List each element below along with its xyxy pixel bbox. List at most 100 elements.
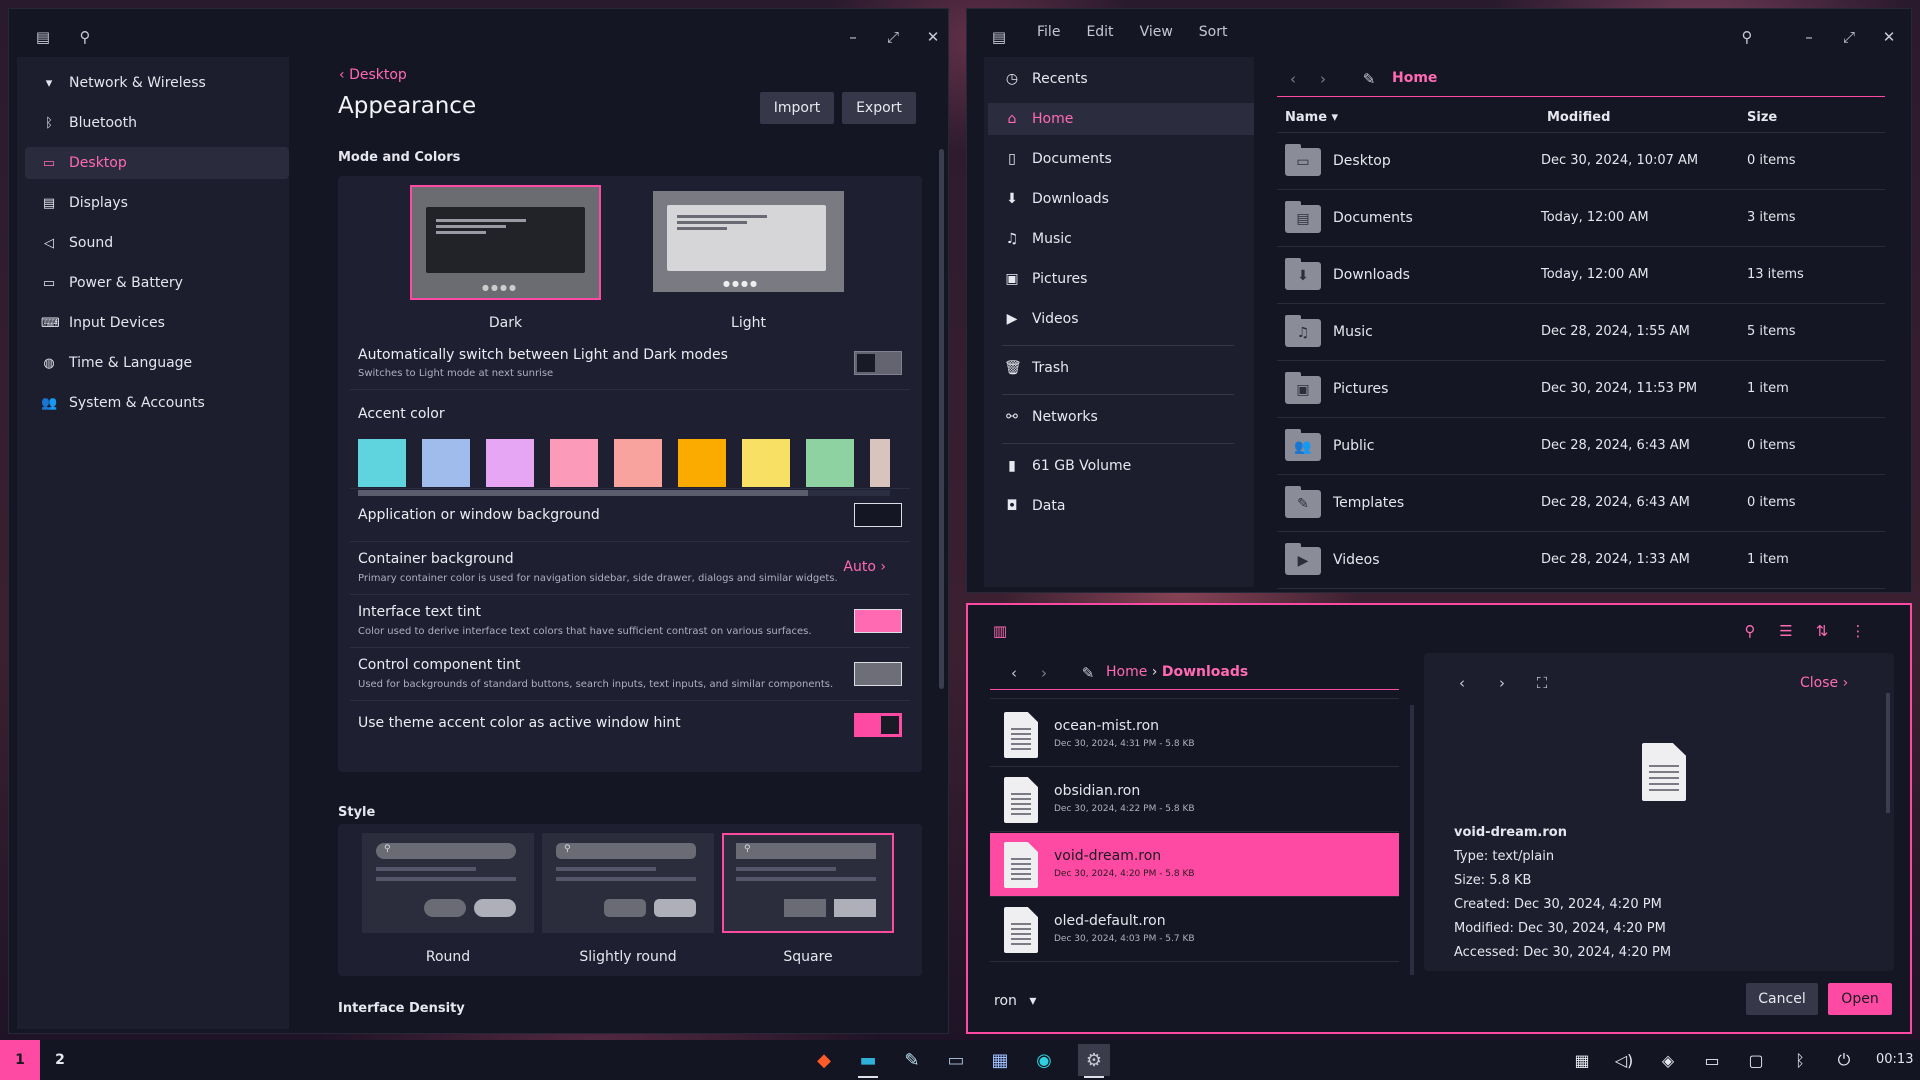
close-preview-label[interactable]: Close (1800, 675, 1838, 691)
sidebar-item-sound[interactable]: ◁ Sound (25, 227, 289, 259)
search-icon[interactable]: ⚲ (1738, 619, 1762, 643)
bluetooth-icon[interactable]: ᛒ (1784, 1044, 1816, 1076)
fullscreen-icon[interactable]: ⛶ (1532, 673, 1552, 693)
sidebar-item-61-gb-volume[interactable]: ▮ 61 GB Volume (988, 450, 1254, 482)
column-name-label[interactable]: Name (1285, 110, 1327, 125)
sidebar-item-system-accounts[interactable]: 👥 System & Accounts (25, 387, 289, 419)
sidebar-item-downloads[interactable]: ⬇ Downloads (988, 183, 1254, 215)
next-icon[interactable]: › (1492, 673, 1512, 693)
accent-swatch[interactable] (806, 439, 854, 487)
accent-swatch[interactable] (550, 439, 598, 487)
list-item[interactable] (990, 691, 1399, 699)
sort-icon[interactable]: ⇅ (1810, 619, 1834, 643)
store-icon[interactable]: ▦ (984, 1044, 1016, 1076)
sidebar-item-home[interactable]: ⌂ Home (988, 103, 1254, 135)
window-hint-toggle[interactable] (854, 713, 902, 737)
text-editor-icon[interactable]: ✎ (896, 1044, 928, 1076)
clock[interactable]: 00:13 (1876, 1052, 1913, 1067)
import-button[interactable]: Import (760, 92, 834, 124)
container-background-value[interactable]: Auto (843, 559, 876, 575)
style-slightly-round-option[interactable]: ⚲ (542, 833, 714, 933)
volume-icon[interactable]: ◁) (1608, 1044, 1640, 1076)
sidebar-item-recents[interactable]: ◷ Recents (988, 63, 1254, 95)
cancel-button[interactable]: Cancel (1746, 983, 1818, 1015)
power-icon[interactable]: ⏻ (1828, 1044, 1860, 1076)
battery-icon[interactable]: ▭ (1696, 1044, 1728, 1076)
sidebar-toggle-icon[interactable]: ▤ (31, 25, 55, 49)
workspace-1[interactable]: 1 (0, 1040, 40, 1080)
table-row[interactable]: ✎ Templates Dec 28, 2024, 6:43 AM 0 items (1277, 476, 1885, 532)
style-round-option[interactable]: ⚲ (362, 833, 534, 933)
style-square-option[interactable]: ⚲ (722, 833, 894, 933)
accent-swatch[interactable] (614, 439, 662, 487)
browser-lion-icon[interactable]: ◆ (808, 1044, 840, 1076)
breadcrumb[interactable]: ‹ Desktop (339, 67, 407, 83)
sidebar-item-documents[interactable]: ▯ Documents (988, 143, 1254, 175)
steam-icon[interactable]: ◉ (1028, 1044, 1060, 1076)
sidebar-toggle-icon[interactable]: ▤ (987, 25, 1011, 49)
more-options-icon[interactable]: ⋮ (1846, 619, 1870, 643)
sidebar-item-time-language[interactable]: ◍ Time & Language (25, 347, 289, 379)
settings-app-icon[interactable]: ⚙ (1078, 1044, 1110, 1076)
table-row[interactable]: ⬇ Downloads Today, 12:00 AM 13 items (1277, 248, 1885, 304)
open-button[interactable]: Open (1828, 983, 1892, 1015)
accent-swatch[interactable] (422, 439, 470, 487)
previous-icon[interactable]: ‹ (1452, 673, 1472, 693)
close-icon[interactable]: ✕ (921, 25, 945, 49)
settings-scrollbar[interactable] (939, 149, 944, 689)
crumb-downloads[interactable]: Downloads (1162, 664, 1248, 680)
table-row[interactable]: ▣ Pictures Dec 30, 2024, 11:53 PM 1 item (1277, 362, 1885, 418)
list-item[interactable]: void-dream.ron Dec 30, 2024, 4:20 PM - 5.… (990, 833, 1399, 897)
files-folder-icon[interactable]: ▬ (852, 1044, 884, 1076)
auto-switch-toggle[interactable] (854, 351, 902, 375)
search-icon[interactable]: ⚲ (73, 25, 97, 49)
export-button[interactable]: Export (842, 92, 916, 124)
table-row[interactable]: ♫ Music Dec 28, 2024, 1:55 AM 5 items (1277, 305, 1885, 361)
filter-value[interactable]: ron (994, 993, 1017, 1009)
menu-edit[interactable]: Edit (1086, 24, 1113, 48)
notifications-icon[interactable]: ▢ (1740, 1044, 1772, 1076)
terminal-icon[interactable]: ▭ (940, 1044, 972, 1076)
back-arrow-icon[interactable]: ‹ (1283, 69, 1303, 89)
table-row[interactable]: 👥 Public Dec 28, 2024, 6:43 AM 0 items (1277, 419, 1885, 475)
sidebar-item-power-battery[interactable]: ▭ Power & Battery (25, 267, 289, 299)
sidebar-item-networks[interactable]: ⚯ Networks (988, 401, 1254, 433)
forward-arrow-icon[interactable]: › (1313, 69, 1333, 89)
menu-file[interactable]: File (1037, 24, 1060, 48)
column-name[interactable]: Name ▾ (1285, 110, 1338, 125)
back-arrow-icon[interactable]: ‹ (1004, 663, 1024, 683)
maximize-icon[interactable]: ⤢ (881, 25, 905, 49)
sidebar-item-videos[interactable]: ▶ Videos (988, 303, 1254, 335)
menu-view[interactable]: View (1140, 24, 1173, 48)
sidebar-item-displays[interactable]: ▤ Displays (25, 187, 289, 219)
column-modified[interactable]: Modified (1547, 110, 1610, 125)
close-preview-button[interactable]: Close › (1800, 675, 1848, 691)
crumb-home[interactable]: Home (1106, 664, 1147, 680)
sidebar-item-desktop[interactable]: ▭ Desktop (25, 147, 289, 179)
text-tint-swatch[interactable] (854, 609, 902, 633)
sidebar-toggle-icon[interactable]: ▥ (988, 619, 1012, 643)
list-item[interactable]: ocean-mist.ron Dec 30, 2024, 4:31 PM - 5.… (990, 703, 1399, 767)
accent-swatch[interactable] (486, 439, 534, 487)
sidebar-item-pictures[interactable]: ▣ Pictures (988, 263, 1254, 295)
light-mode-option[interactable]: ●●●● (653, 191, 844, 292)
sidebar-item-trash[interactable]: 🗑 Trash (988, 352, 1254, 384)
forward-arrow-icon[interactable]: › (1034, 663, 1054, 683)
sidebar-item-bluetooth[interactable]: ᛒ Bluetooth (25, 107, 289, 139)
accent-swatch[interactable] (870, 439, 890, 487)
table-row[interactable]: ▤ Documents Today, 12:00 AM 3 items (1277, 191, 1885, 247)
minimize-icon[interactable]: – (1797, 25, 1821, 49)
dialog-list-scrollbar[interactable] (1410, 705, 1414, 975)
location-label[interactable]: Home (1392, 70, 1437, 86)
accent-swatch[interactable] (678, 439, 726, 487)
dark-mode-option[interactable]: ●●●● (410, 185, 601, 300)
breadcrumb-label[interactable]: Desktop (349, 67, 407, 83)
workspaces-icon[interactable]: ▦ (1566, 1044, 1598, 1076)
table-row[interactable]: ▭ Desktop Dec 30, 2024, 10:07 AM 0 items (1277, 134, 1885, 190)
sidebar-item-network-wireless[interactable]: ▾ Network & Wireless (25, 67, 289, 99)
menu-sort[interactable]: Sort (1199, 24, 1228, 48)
close-icon[interactable]: ✕ (1877, 25, 1901, 49)
minimize-icon[interactable]: – (841, 25, 865, 49)
app-background-swatch[interactable] (854, 503, 902, 527)
list-item[interactable]: oled-default.ron Dec 30, 2024, 4:03 PM - … (990, 898, 1399, 962)
